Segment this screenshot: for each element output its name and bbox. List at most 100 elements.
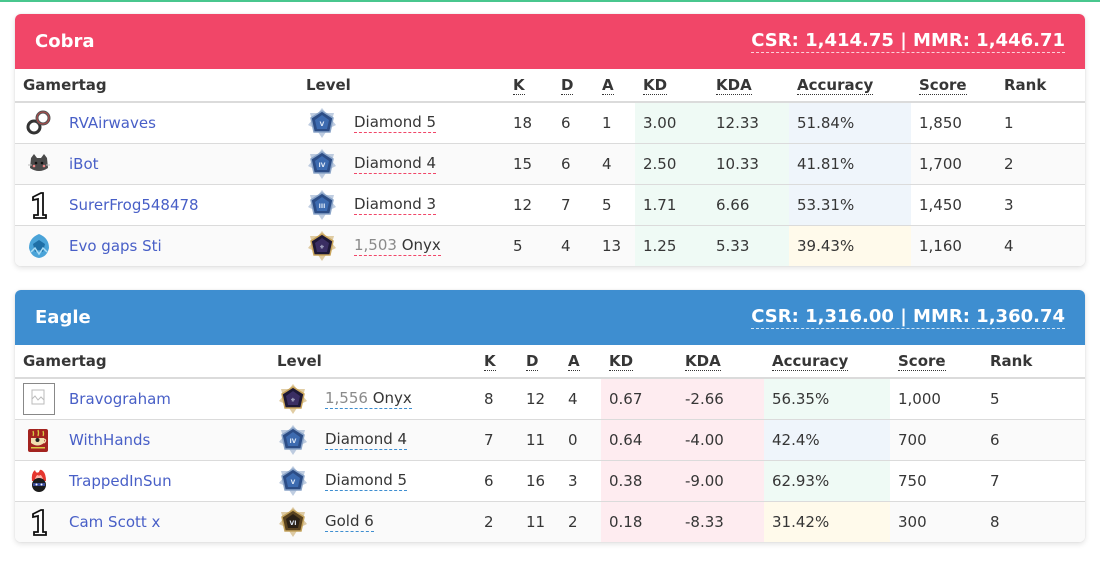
col-gamertag: Gamertag: [15, 69, 298, 103]
svg-text:III: III: [319, 203, 326, 210]
level-tooltip-trigger[interactable]: 1,556 Onyx: [325, 389, 412, 409]
gamertag-cell: Cam Scott x: [15, 501, 269, 542]
col-kd[interactable]: KD: [635, 69, 708, 103]
player-row: RVAirwaves V Diamond 5 18 6 1 3.00 12.33 51.84% 1…: [15, 102, 1085, 144]
col-kda-label: KDA: [685, 352, 721, 371]
kd-cell: 0.18: [601, 501, 677, 542]
gamertag-link[interactable]: iBot: [69, 155, 99, 173]
accuracy-cell: 41.81%: [789, 143, 911, 185]
player-row: TrappedInSun V Diamond 5 6 16 3 0.38 -9.00 62.93…: [15, 460, 1085, 502]
level-name: Diamond 5: [354, 113, 437, 131]
col-accuracy[interactable]: Accuracy: [789, 69, 911, 103]
col-k[interactable]: K: [505, 69, 553, 103]
col-d[interactable]: D: [518, 345, 560, 379]
diamond-4-icon: IV: [306, 148, 338, 180]
broken-image-icon: [23, 383, 55, 415]
kd-cell: 0.64: [601, 419, 677, 461]
level-tooltip-trigger[interactable]: Diamond 5: [325, 471, 408, 491]
gold-6-icon: VI: [277, 506, 309, 538]
team-header: Eagle CSR: 1,316.00 | MMR: 1,360.74: [15, 290, 1085, 345]
col-d-label: D: [561, 76, 574, 95]
gamertag-link[interactable]: Evo gaps Sti: [69, 237, 162, 255]
player-row: Cam Scott x VI Gold 6 2 11 2 0.18 -8.33 31.42% 30…: [15, 501, 1085, 542]
gamertag-cell: RVAirwaves: [15, 102, 298, 144]
team-name: Cobra: [35, 31, 95, 52]
svg-text:IV: IV: [290, 438, 297, 445]
col-score[interactable]: Score: [911, 69, 996, 103]
col-level: Level: [298, 69, 505, 103]
top-accent-bar: [0, 0, 1100, 2]
deaths-cell: 6: [553, 102, 594, 144]
col-score[interactable]: Score: [890, 345, 982, 379]
assists-cell: 2: [560, 501, 601, 542]
cat-icon: [23, 148, 55, 180]
player-rows: Bravograham ⚜ 1,556 Onyx 8 12 4 0.67 -2.66 56.35…: [15, 378, 1085, 542]
kills-cell: 5: [505, 225, 553, 266]
level-tooltip-trigger[interactable]: 1,503 Onyx: [354, 236, 441, 256]
level-tooltip-trigger[interactable]: Diamond 3: [354, 195, 437, 215]
gamertag-link[interactable]: TrappedInSun: [69, 472, 172, 490]
accuracy-cell: 56.35%: [764, 378, 890, 420]
gamertag-cell: iBot: [15, 143, 298, 185]
gamertag-link[interactable]: SurerFrog548478: [69, 196, 199, 214]
col-kda[interactable]: KDA: [677, 345, 764, 379]
col-a-label: A: [602, 76, 614, 95]
accuracy-cell: 53.31%: [789, 184, 911, 226]
assists-cell: 13: [594, 225, 635, 266]
diamond-5-icon: V: [277, 465, 309, 497]
kda-cell: 5.33: [708, 225, 789, 266]
rank-cell: 2: [996, 143, 1085, 185]
level-cell: III Diamond 3: [298, 184, 505, 226]
col-kda[interactable]: KDA: [708, 69, 789, 103]
level-tooltip-trigger[interactable]: Diamond 4: [354, 154, 437, 174]
kills-cell: 8: [476, 378, 518, 420]
col-a[interactable]: A: [560, 345, 601, 379]
svg-text:V: V: [320, 121, 325, 128]
level-tooltip-trigger[interactable]: Diamond 5: [354, 113, 437, 133]
col-kda-label: KDA: [716, 76, 752, 95]
gamertag-link[interactable]: WithHands: [69, 431, 150, 449]
col-accuracy[interactable]: Accuracy: [764, 345, 890, 379]
kd-cell: 3.00: [635, 102, 708, 144]
col-score-label: Score: [898, 352, 946, 371]
col-k[interactable]: K: [476, 345, 518, 379]
col-a[interactable]: A: [594, 69, 635, 103]
kills-cell: 18: [505, 102, 553, 144]
col-a-label: A: [568, 352, 580, 371]
accuracy-cell: 42.4%: [764, 419, 890, 461]
level-tooltip-trigger[interactable]: Gold 6: [325, 512, 374, 532]
gamertag-link[interactable]: RVAirwaves: [69, 114, 156, 132]
number-one-icon: [23, 506, 55, 538]
gamertag-link[interactable]: Cam Scott x: [69, 513, 160, 531]
level-tooltip-trigger[interactable]: Diamond 4: [325, 430, 408, 450]
kd-cell: 1.25: [635, 225, 708, 266]
gamertag-cell: SurerFrog548478: [15, 184, 298, 226]
diamond-3-icon: III: [306, 189, 338, 221]
col-k-label: K: [513, 76, 525, 95]
col-level: Level: [269, 345, 476, 379]
player-row: Bravograham ⚜ 1,556 Onyx 8 12 4 0.67 -2.66 56.35…: [15, 378, 1085, 420]
assists-cell: 4: [560, 378, 601, 420]
assists-cell: 4: [594, 143, 635, 185]
level-name: Gold 6: [325, 512, 374, 530]
deaths-cell: 11: [518, 501, 560, 542]
col-d[interactable]: D: [553, 69, 594, 103]
deaths-cell: 7: [553, 184, 594, 226]
col-kd-label: KD: [643, 76, 668, 95]
team-name: Eagle: [35, 307, 91, 328]
gamertag-link[interactable]: Bravograham: [69, 390, 171, 408]
kda-cell: -9.00: [677, 460, 764, 502]
gamertag-cell: TrappedInSun: [15, 460, 269, 502]
score-cell: 1,700: [911, 143, 996, 185]
svg-text:⚜: ⚜: [290, 397, 295, 404]
level-name: Onyx: [372, 389, 412, 407]
deaths-cell: 16: [518, 460, 560, 502]
infinity-knot-icon: [23, 107, 55, 139]
assists-cell: 3: [560, 460, 601, 502]
deaths-cell: 6: [553, 143, 594, 185]
score-cell: 1,000: [890, 378, 982, 420]
col-kd[interactable]: KD: [601, 345, 677, 379]
player-rows: RVAirwaves V Diamond 5 18 6 1 3.00 12.33 51.84% 1…: [15, 102, 1085, 266]
kd-cell: 1.71: [635, 184, 708, 226]
level-cell: VI Gold 6: [269, 501, 476, 542]
